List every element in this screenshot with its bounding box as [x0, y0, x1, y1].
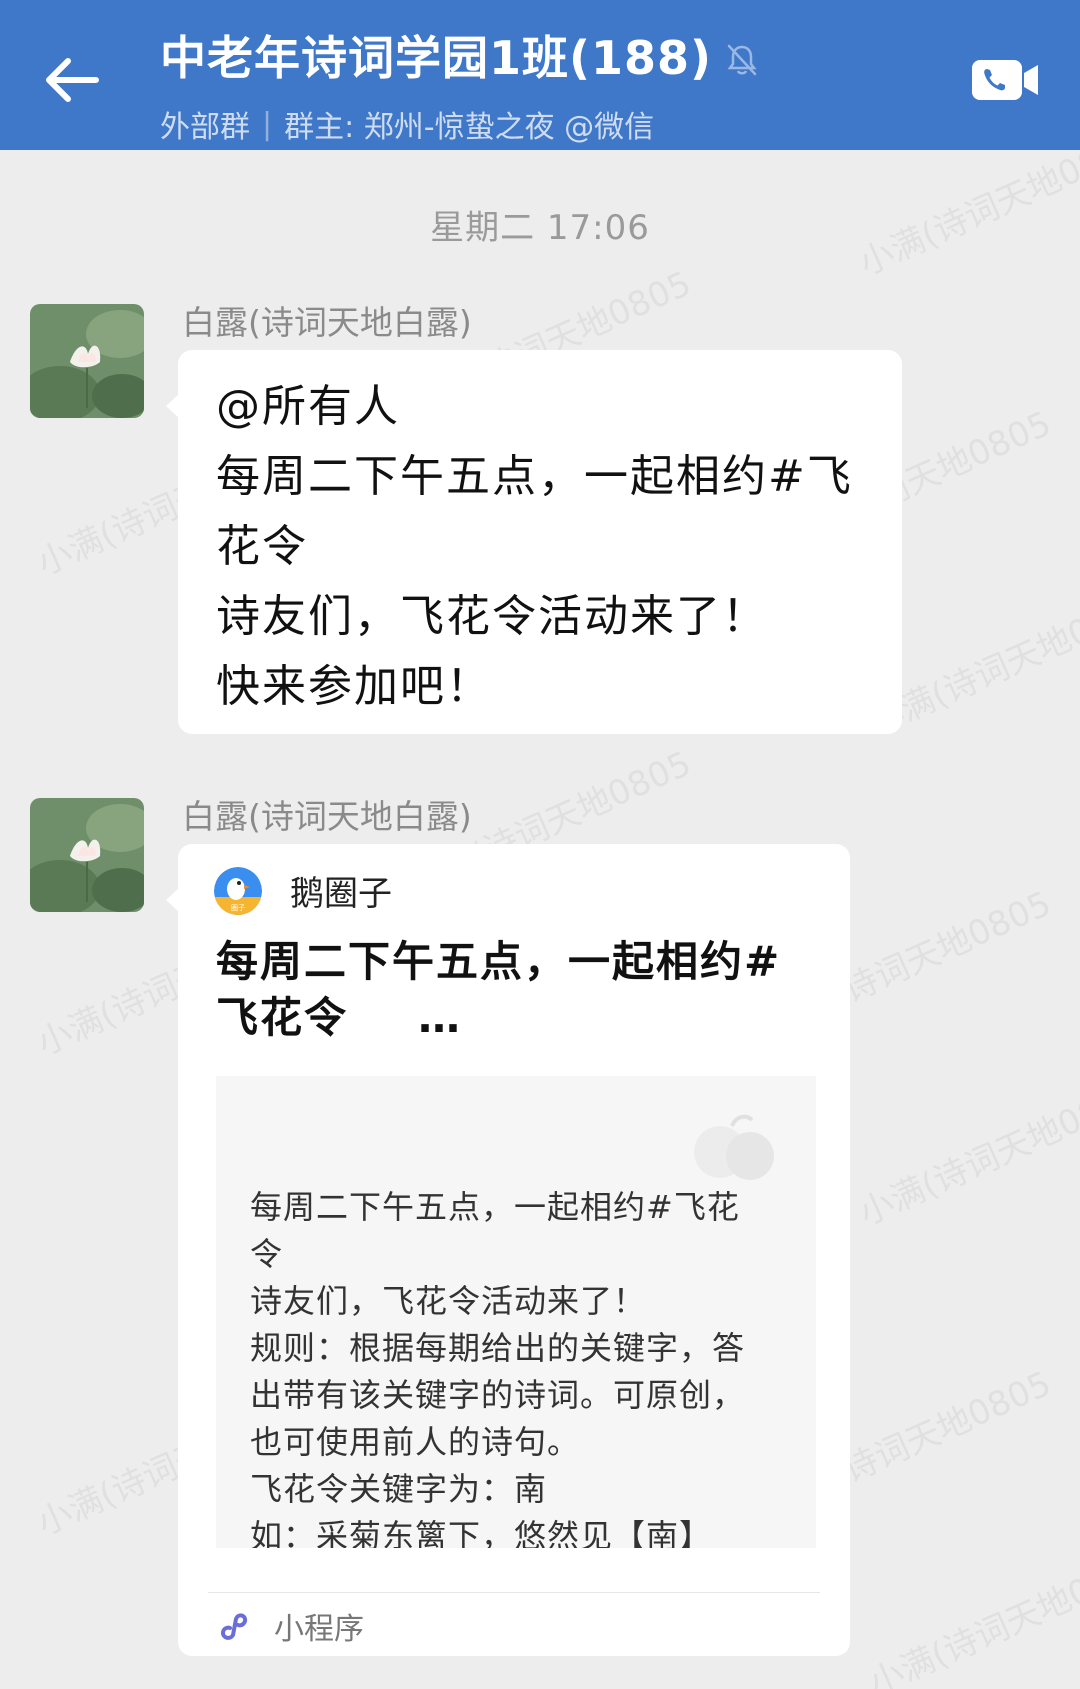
message-line: 每周二下午五点，一起相约#飞: [216, 451, 853, 502]
card-title-line: 每周二下午五点，一起相约#: [216, 937, 782, 986]
video-call-icon: [972, 60, 1038, 100]
sender-avatar[interactable]: [30, 798, 144, 912]
mini-program-icon: [221, 1613, 248, 1640]
group-type-label: 外部群: [160, 110, 250, 145]
sender-name: 白露(诗词天地白露): [182, 303, 472, 342]
card-divider: [208, 1592, 820, 1593]
bubble-tail: [166, 394, 179, 418]
mini-program-label: 小程序: [274, 1612, 364, 1647]
preview-line: 规则：根据每期给出的关键字，答: [250, 1329, 746, 1367]
preview-line: 飞花令关键字为：南: [250, 1470, 548, 1508]
app-name: 鹅圈子: [290, 874, 392, 914]
message-line: @所有人: [216, 381, 400, 432]
subtitle-divider: |: [262, 106, 273, 142]
app-logo-icon: 圈子: [214, 866, 262, 915]
preview-line: 每周二下午五点，一起相约#飞花: [250, 1188, 740, 1226]
chat-timestamp: 星期二 17:06: [430, 208, 650, 248]
back-button[interactable]: [36, 44, 108, 116]
video-call-button[interactable]: [970, 56, 1042, 104]
back-arrow-icon: [46, 58, 99, 102]
mini-program-footer: 小程序: [216, 1604, 364, 1648]
group-owner-label: 群主: 郑州-惊蛰之夜 @微信: [284, 110, 655, 145]
chat-header: 中老年诗词学园1班(188) 外部群 | 群主: 郑州-惊蛰之夜 @微信: [0, 0, 1080, 150]
chat-title-area[interactable]: 中老年诗词学园1班(188) 外部群 | 群主: 郑州-惊蛰之夜 @微信: [160, 22, 920, 146]
mini-program-card[interactable]: 圈子 鹅圈子 每周二下午五点，一起相约# 飞花令 … 每周二下午五点，一起相约#飞…: [166, 844, 850, 1656]
message-line: 花令: [216, 521, 308, 572]
watermark: 小满(诗词天地0805: [853, 1073, 1080, 1234]
card-title-line: 飞花令: [216, 993, 349, 1042]
group-title: 中老年诗词学园1班(188): [160, 31, 713, 85]
ellipsis: …: [418, 993, 463, 1042]
message-line: 快来参加吧！: [216, 661, 492, 712]
sender-avatar[interactable]: [30, 304, 144, 418]
mute-bell-icon: [727, 44, 757, 76]
card-title: 每周二下午五点，一起相约# 飞花令 …: [216, 934, 816, 1046]
preview-line: 诗友们，飞花令活动来了！: [250, 1282, 647, 1320]
decorative-blob-icon: [694, 1114, 774, 1180]
bubble-tail: [166, 888, 179, 912]
sender-name: 白露(诗词天地白露): [182, 797, 472, 836]
text-message-bubble[interactable]: @所有人 每周二下午五点，一起相约#飞 花令 诗友们，飞花令活动来了！ 快来参加…: [166, 350, 902, 734]
preview-line: 如：采菊东篱下，悠然见【南】: [250, 1517, 713, 1548]
preview-line: 也可使用前人的诗句。: [250, 1423, 581, 1461]
watermark: 小满(诗词天地0805: [863, 1543, 1080, 1689]
card-preview-image: 每周二下午五点，一起相约#飞花 令 诗友们，飞花令活动来了！ 规则：根据每期给出…: [216, 1076, 816, 1548]
preview-line: 令: [250, 1235, 284, 1273]
app-logo-text: 圈子: [231, 904, 245, 912]
preview-line: 出带有该关键字的诗词。可原创，: [250, 1376, 746, 1414]
message-line: 诗友们，飞花令活动来了！: [216, 591, 768, 642]
